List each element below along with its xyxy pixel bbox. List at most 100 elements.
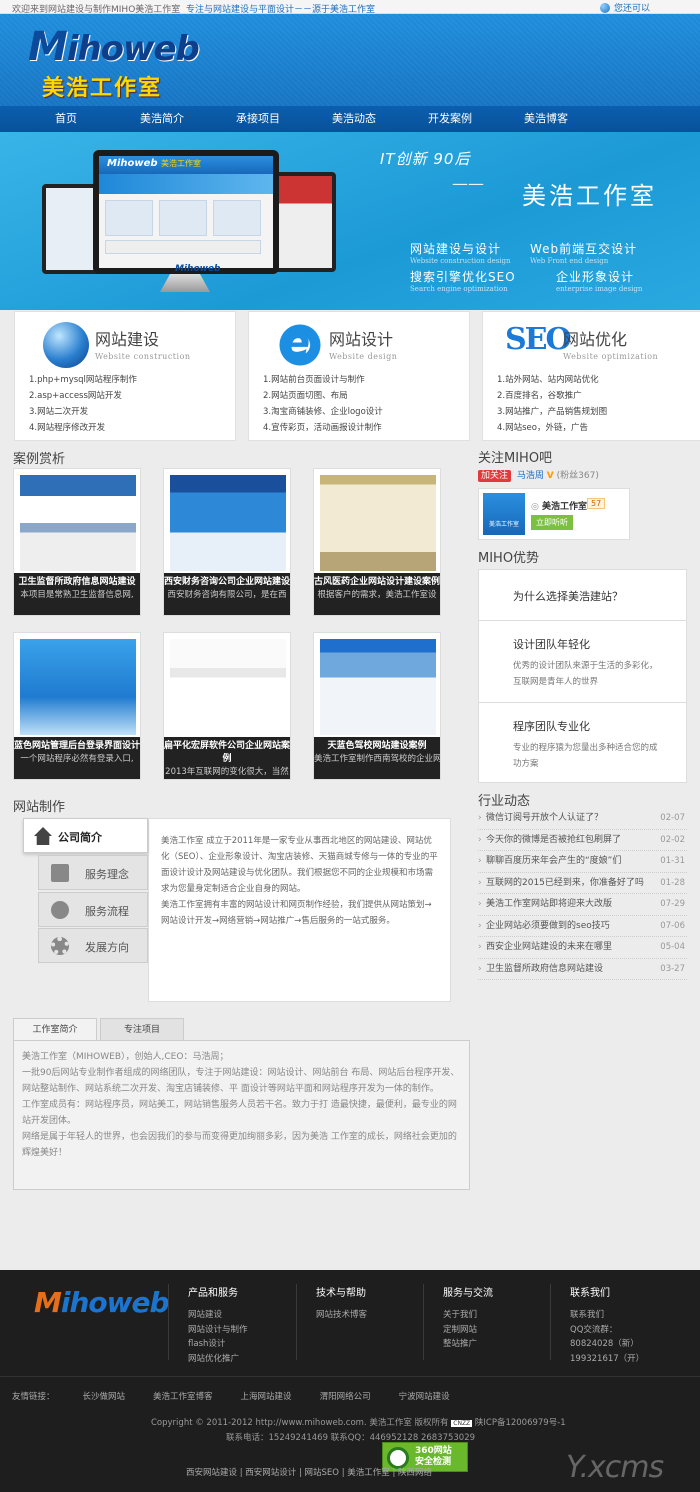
service-list: 1.php+mysql网站程序制作 2.asp+access网站开发 3.网站二次开…	[29, 372, 137, 436]
intro-tab-0[interactable]: 工作室简介	[13, 1018, 97, 1040]
weibo-name[interactable]: 马浩周	[517, 471, 544, 481]
footer-col-title: 联系我们	[570, 1288, 610, 1299]
nav-item-0[interactable]: 首页	[18, 106, 114, 132]
footer-link[interactable]: 网站设计与制作	[188, 1323, 248, 1338]
footer-link[interactable]: 80824028（新）	[570, 1337, 644, 1352]
main-nav: 首页 美浩简介 承接项目 美浩动态 开发案例 美浩博客	[0, 106, 700, 132]
case-item-2[interactable]: 古风医药企业网站设计建设案例 根据客户的需求，美浩工作室设	[313, 468, 441, 616]
case-desc: 2013年互联网的变化很大，当然	[165, 767, 289, 777]
footer: Mihoweb 产品和服务 网站建设 网站设计与制作 flash设计 网站优化推广 技术与…	[0, 1270, 700, 1492]
footer-col-3: 联系我们 联系我们 QQ交流群： 80824028（新） 199321617（开）	[570, 1284, 644, 1366]
service-list: 1.站外网站、站内网站优化 2.百度排名，谷歌推广 3.网站推广，产品销售规划图 4.…	[497, 372, 607, 436]
monitor-logo: Mihoweb	[175, 264, 221, 274]
footer-link[interactable]: 定制网站	[443, 1323, 493, 1338]
footer-col-title: 服务与交流	[443, 1288, 493, 1299]
footer-logo[interactable]: Mihoweb	[34, 1286, 170, 1319]
case-caption: 蓝色网站管理后台登录界面设计 一个网站程序必然有登录入口,	[14, 737, 140, 779]
case-caption: 扁平化宏屏软件公司企业网站案例 2013年互联网的变化很大，当然	[164, 737, 290, 779]
case-desc: 本项目是常熟卫生监督信息网,	[20, 590, 134, 600]
service-list-item: 3.网站二次开发	[29, 407, 89, 417]
service-list-item: 2.网站页面切图、布局	[263, 391, 348, 401]
news-item[interactable]: 企业网站必须要做到的seo技巧07-06	[478, 916, 687, 937]
friend-link[interactable]: 美浩工作室博客	[153, 1390, 213, 1402]
news-item[interactable]: 微信订阅号开放个人认证了？02-07	[478, 808, 687, 830]
service-card-1[interactable]: e 网站设计 Website design 1.网站前台页面设计与制作 2.网站页面切图…	[248, 311, 470, 441]
case-caption: 卫生监督所政府信息网站建设 本项目是常熟卫生监督信息网,	[14, 573, 140, 615]
case-name: 古风医药企业网站设计建设案例	[314, 577, 441, 587]
intro-tab-1[interactable]: 专注项目	[100, 1018, 184, 1040]
case-item-1[interactable]: 西安财务咨询公司企业网站建设 西安财务咨询有限公司，是在西	[163, 468, 291, 616]
listen-button[interactable]: 立即听听	[531, 515, 573, 530]
site-logo[interactable]: Mihoweb 美浩工作室	[28, 24, 200, 101]
banner-title: 美浩工作室	[522, 182, 657, 210]
advantage-question: 为什么选择美浩建站？	[513, 590, 623, 603]
nav-item-4[interactable]: 开发案例	[402, 106, 498, 132]
news-date: 03-27	[660, 963, 685, 974]
nav-item-2[interactable]: 承接项目	[210, 106, 306, 132]
service-list-item: 4.网站seo，外链，广告	[497, 423, 588, 433]
case-item-4[interactable]: 扁平化宏屏软件公司企业网站案例 2013年互联网的变化很大，当然	[163, 632, 291, 780]
friend-links-label: 友情链接：	[12, 1392, 55, 1402]
news-date: 07-06	[660, 920, 685, 931]
friend-link[interactable]: 上海网站建设	[241, 1390, 292, 1402]
case-item-5[interactable]: 天蓝色驾校网站建设案例美浩工作室制作西南驾校的企业网站建设采用天蓝色和企业的	[313, 632, 441, 780]
bottom-links: 西安网站建设 | 西安网站设计 | 网站SEO | 美浩工作室 | 陕西网络	[186, 1468, 433, 1478]
advantage-item-0: 设计团队年轻化 优秀的设计团队来源于生活的多彩化，互联网是青年人的世界	[513, 636, 663, 690]
case-desc: 一个网站程序必然有登录入口,	[20, 754, 134, 764]
friend-link[interactable]: 渭阳网络公司	[320, 1390, 371, 1402]
advantage-title: MIHO优势	[478, 551, 540, 566]
follow-button[interactable]: 加关注	[478, 470, 512, 482]
favorite-link[interactable]: 您还可以	[600, 1, 650, 14]
case-item-0[interactable]: 卫生监督所政府信息网站建设 本项目是常熟卫生监督信息网,	[13, 468, 141, 616]
news-item[interactable]: 互联网的2015已经到来，你准备好了吗01-28	[478, 873, 687, 894]
making-text-2: 美浩工作室拥有丰富的网站设计和网页制作经验，我们提供从网站策划→网站设计开发→网…	[161, 900, 432, 926]
service-subtitle: Website design	[329, 352, 398, 361]
banner-item-3: 企业形象设计 enterprise image design	[556, 270, 643, 293]
tab-document[interactable]: 服务理念	[38, 855, 148, 890]
case-desc: 西安财务咨询有限公司，是在西	[167, 590, 287, 600]
footer-link[interactable]: 联系我们	[570, 1308, 644, 1323]
nav-item-1[interactable]: 美浩简介	[114, 106, 210, 132]
banner-item-1: Web前端互交设计 Web Front end design	[530, 242, 638, 265]
footer-link[interactable]: QQ交流群：	[570, 1323, 644, 1338]
weibo-count: 57	[587, 498, 606, 509]
news-item[interactable]: 聊聊百度历来年会产生的“度娘”们01-31	[478, 851, 687, 873]
tab-home[interactable]: 公司简介	[23, 818, 148, 853]
service-card-2[interactable]: SEO 网站优化 Website optimization 1.站外网站、站内网站优化…	[482, 311, 700, 441]
weibo-avatar: 美浩工作室	[483, 493, 525, 535]
news-title: 行业动态	[478, 794, 531, 809]
case-thumbnail	[320, 639, 436, 735]
intro-paragraph: 一批90后网站专业制作者组成的网络团队，专注于网站建设：网站设计、网站前台 布局…	[22, 1068, 460, 1094]
weibo-bar: 加关注 马浩周 V (粉丝367)	[478, 468, 687, 486]
header: Mihoweb 美浩工作室	[0, 14, 700, 106]
service-subtitle: Website optimization	[563, 352, 659, 361]
footer-link[interactable]: 199321617（开）	[570, 1352, 644, 1367]
news-date: 07-29	[660, 899, 685, 909]
tab-search[interactable]: 服务流程	[38, 891, 148, 927]
news-item[interactable]: 今天你的微博是否被抢红包刷屏了02-02	[478, 830, 687, 851]
yxcms-logo: Y.xcms	[566, 1450, 664, 1485]
case-item-3[interactable]: 蓝色网站管理后台登录界面设计 一个网站程序必然有登录入口,	[13, 632, 141, 780]
ie-icon: e	[277, 320, 323, 368]
news-item[interactable]: 美浩工作室网站即将迎来大改版07-29	[478, 894, 687, 916]
nav-item-3[interactable]: 美浩动态	[306, 106, 402, 132]
friend-link[interactable]: 宁波网站建设	[399, 1390, 450, 1402]
footer-link[interactable]: flash设计	[188, 1337, 248, 1352]
advantage-heading: 程序团队专业化	[513, 720, 590, 733]
friend-link[interactable]: 长沙做网站	[83, 1390, 126, 1402]
cnzz-badge[interactable]: CNZZ	[451, 1420, 473, 1427]
footer-link[interactable]: 关于我们	[443, 1308, 493, 1323]
footer-link[interactable]: 网站建设	[188, 1308, 248, 1323]
copyright: Copyright © 2011-2012 http://www.mihoweb…	[151, 1418, 566, 1428]
service-card-0[interactable]: 网站建设 Website construction 1.php+mysql网站程序制…	[14, 311, 236, 441]
nav-item-5[interactable]: 美浩博客	[498, 106, 594, 132]
footer-link[interactable]: 网站技术博客	[316, 1308, 367, 1323]
news-item[interactable]: 西安企业网站建设的未来在哪里05-04	[478, 937, 687, 959]
tab-gear[interactable]: 发展方向	[38, 928, 148, 963]
service-list-item: 4.网站程序修改开发	[29, 423, 106, 433]
news-date: 05-04	[660, 942, 685, 952]
intro-paragraph: 工作室成员有：网站程序员，网站美工，网站销售服务人员若干名。致力于打 造最快捷，…	[22, 1100, 457, 1126]
news-item[interactable]: 卫生监督所政府信息网站建设03-27	[478, 959, 687, 980]
footer-link[interactable]: 网站优化推广	[188, 1352, 248, 1367]
footer-link[interactable]: 整站推广	[443, 1337, 493, 1352]
